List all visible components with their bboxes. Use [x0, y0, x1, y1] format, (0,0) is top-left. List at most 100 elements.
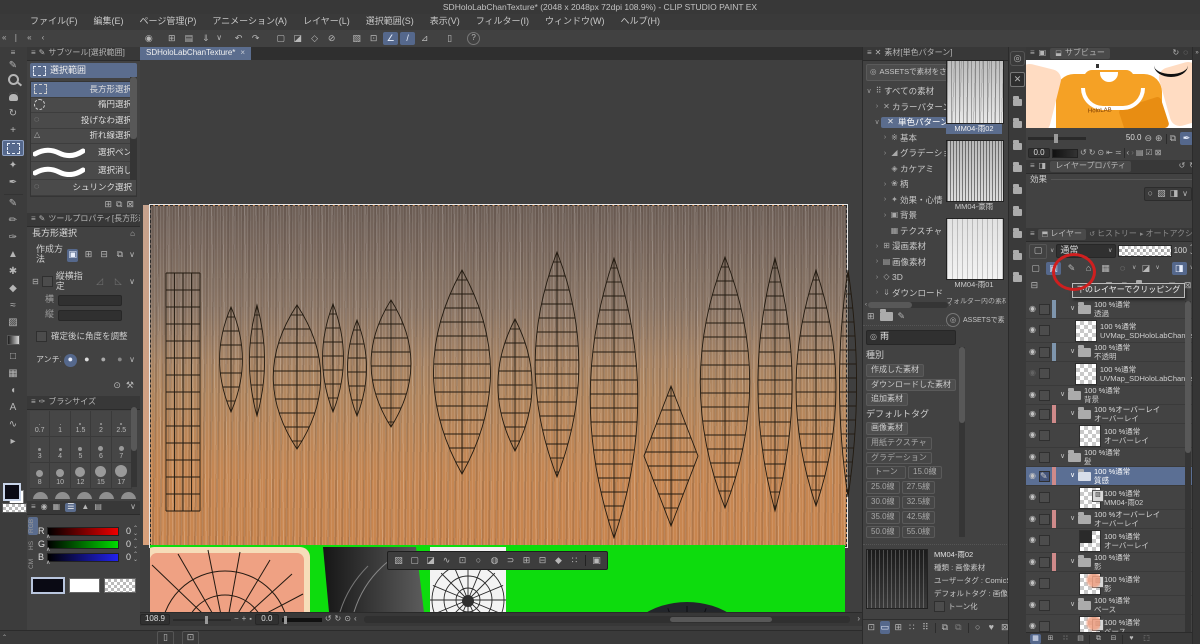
tag-lines[interactable]: 15.0線	[908, 466, 942, 480]
move-tool[interactable]: +	[0, 122, 26, 139]
dock-collapse-icon2[interactable]: «	[27, 33, 31, 43]
sub-info-icon[interactable]: ◌	[1183, 48, 1188, 58]
creation-subtract-icon[interactable]: ⊟	[99, 249, 110, 262]
brush-size-cell[interactable]: 17	[111, 462, 132, 489]
approx-color-tab-icon[interactable]: ▲	[81, 502, 89, 512]
launcher-tone-icon[interactable]: ∷	[568, 554, 581, 567]
menu-edit[interactable]: 編集(E)	[86, 16, 132, 27]
visibility-eye-icon[interactable]: ◉	[1026, 409, 1039, 419]
figure-tool[interactable]: □	[0, 348, 26, 365]
duplicate-subtool-icon[interactable]: ⧉	[116, 199, 122, 210]
ruler-range-icon[interactable]: ◪	[1139, 262, 1152, 275]
menu-animation[interactable]: アニメーション(A)	[204, 16, 295, 27]
material-folder-icon[interactable]	[1011, 206, 1024, 219]
subview-zoom-out-icon[interactable]: ⊖	[1144, 133, 1152, 144]
layer-row-material[interactable]: ◉ ▨ 100 %通常 MM04-雨02	[1026, 486, 1192, 510]
brush-size-cell[interactable]: 2	[91, 410, 112, 437]
layer-row-folder[interactable]: ◉ ∨ 100 %通常影	[1026, 553, 1192, 572]
brush-size-cell[interactable]: 12	[70, 462, 92, 489]
material-thumb-rain01[interactable]	[946, 217, 1004, 280]
list-view-icon[interactable]: ▤	[1075, 634, 1086, 644]
favorite-icon[interactable]: ♥	[986, 621, 997, 634]
brush-size-large[interactable]	[55, 491, 70, 499]
launcher-deselect-icon[interactable]: ▧	[392, 554, 405, 567]
subview-next-icon[interactable]: ›	[1131, 148, 1134, 158]
material-folder-icon[interactable]	[1011, 96, 1024, 109]
spread-page-icon[interactable]: ⊡	[182, 630, 200, 644]
channel-r-slider[interactable]: ∧	[46, 527, 119, 540]
launcher-clear-outside-icon[interactable]: ◍	[488, 554, 501, 567]
menu-selection[interactable]: 選択範囲(S)	[358, 16, 422, 27]
border-effect-icon[interactable]: ○	[1148, 188, 1153, 199]
subview-reset-icon[interactable]: ⊙	[1097, 148, 1104, 158]
duplicate-doc-icon[interactable]: ⧉	[1093, 634, 1104, 644]
tool-property-header[interactable]: ≡ ✎ ツールプロパティ[長方形選択]	[27, 213, 140, 228]
opacity-slider[interactable]	[1118, 245, 1172, 257]
brush-size-cell[interactable]: 5	[70, 436, 92, 463]
fit-screen-icon[interactable]: ▪	[249, 616, 251, 624]
thumb-size-small-icon[interactable]: ▦	[1030, 634, 1041, 644]
brush-size-cell[interactable]: 4	[50, 436, 71, 463]
tab-close-icon[interactable]: ×	[240, 48, 245, 58]
material-thumb-rain02[interactable]	[946, 60, 1004, 124]
tag-image-material[interactable]: 画像素材	[866, 422, 908, 435]
layer-checkbox[interactable]	[1039, 599, 1050, 611]
single-page-icon[interactable]: ▯	[157, 630, 175, 644]
layer-checkbox[interactable]	[1039, 451, 1050, 463]
visibility-eye-icon[interactable]: ◉	[1026, 304, 1039, 314]
materials-header[interactable]: ≡ ✕ 素材[単色パターン]	[863, 47, 1009, 61]
layer-row[interactable]: ◉ ▨ 100 %通常影	[1026, 572, 1192, 596]
color-slider-tab-icon[interactable]: ☰	[65, 502, 77, 512]
brush-size-large[interactable]	[33, 491, 48, 499]
save-file-icon[interactable]: ⇓	[198, 32, 213, 45]
creation-expand-icon[interactable]: ∨	[129, 250, 135, 260]
panel-menu-icon[interactable]: ≡	[1030, 48, 1035, 58]
transparent-color-chip[interactable]	[104, 577, 137, 593]
lock-icon[interactable]: ⌂	[130, 229, 135, 239]
tree-item[interactable]: ▦ テクスチャ	[865, 224, 951, 240]
panel-menu-icon[interactable]: ≡	[1030, 161, 1035, 171]
aa-strong-icon[interactable]: ●	[114, 354, 127, 367]
visibility-eye-icon[interactable]: ◉	[1026, 600, 1039, 610]
layer-row[interactable]: ◉ 100 %通常 オーバーレイ	[1026, 529, 1192, 553]
launcher-expand-icon[interactable]: ∿	[440, 554, 453, 567]
layer-checkbox[interactable]	[1039, 535, 1050, 546]
rgb-tab[interactable]: RGB	[28, 516, 38, 535]
layer-thumb-pick-icon[interactable]: ▢	[1029, 262, 1042, 275]
menu-page[interactable]: ページ管理(P)	[132, 16, 205, 27]
tag-lines[interactable]: 55.0線	[901, 525, 936, 539]
zoom-tool[interactable]	[0, 71, 26, 88]
navigator-tab-icon[interactable]: ▣	[1039, 48, 1047, 58]
zoom-out-icon[interactable]: −	[234, 614, 239, 624]
reset-tool-icon[interactable]: ⊙	[113, 380, 121, 391]
layer-checkbox[interactable]	[1039, 556, 1050, 568]
delete-subtool-icon[interactable]: ⊠	[126, 199, 134, 210]
correct-line-tool[interactable]: ∿	[0, 416, 26, 433]
balloon-tool[interactable]: ◖	[0, 382, 26, 399]
panel-menu-icon[interactable]: ≡	[31, 502, 36, 512]
aa-none-icon[interactable]: ●	[64, 353, 77, 367]
creation-new-icon[interactable]: ▣	[67, 248, 79, 262]
rotate-canvas-tool[interactable]: ↻	[0, 105, 26, 122]
color-history-tab-icon[interactable]: ▤	[94, 502, 102, 512]
launcher-select-icon[interactable]: ▢	[408, 554, 421, 567]
tag-downloaded[interactable]: ダウンロードした素材	[866, 378, 956, 392]
layer-row-selected[interactable]: ◉ ✎ ∨ 100 %通常 質感	[1026, 467, 1192, 486]
visibility-eye-icon[interactable]: ◉	[1026, 347, 1039, 357]
rotation-value[interactable]: 0.0	[254, 614, 279, 625]
layer-checkbox[interactable]	[1039, 513, 1050, 525]
scroll-right-icon[interactable]: ›	[857, 614, 860, 624]
creation-add-icon[interactable]: ⊞	[83, 249, 94, 262]
subview-angle-value[interactable]: 0.0	[1028, 147, 1050, 159]
folder-icon[interactable]	[879, 309, 893, 322]
menu-window[interactable]: ウィンドウ(W)	[537, 16, 613, 27]
tag-lines[interactable]: 42.5線	[901, 510, 936, 524]
panel-menu-icon[interactable]: ≡	[31, 48, 36, 58]
launcher-paste-icon[interactable]: ⊟	[536, 554, 549, 567]
adjust-angle-checkbox[interactable]	[36, 330, 47, 342]
prop-history-icon[interactable]: ↺	[1179, 161, 1186, 171]
layer-checkbox[interactable]	[1039, 430, 1050, 441]
rotate-cw-icon[interactable]: ↻	[335, 614, 342, 624]
tag-tone[interactable]: トーン	[866, 466, 906, 480]
fill-icon[interactable]: ▧	[349, 32, 364, 45]
